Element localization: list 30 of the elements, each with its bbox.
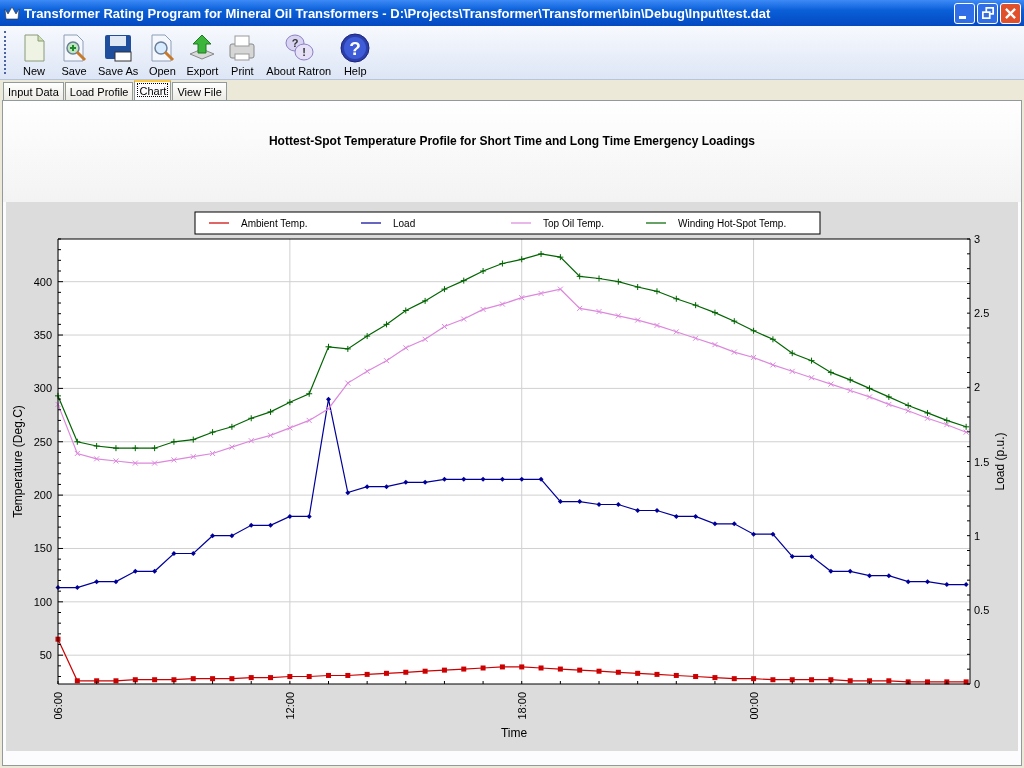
tick-label: 0 — [974, 678, 981, 690]
axis-title: Load (p.u.) — [993, 432, 1007, 491]
tick-label: 3 — [974, 233, 981, 245]
legend-label: Winding Hot-Spot Temp. — [678, 218, 787, 229]
tick-label: 1.5 — [974, 455, 990, 468]
tick-label: 12:00 — [283, 692, 296, 720]
tick-label: 06:00 — [52, 692, 64, 720]
axis-title: Temperature (Deg.C) — [11, 405, 25, 518]
icon-glyph: ? — [349, 38, 361, 59]
tick-label: 0.5 — [974, 603, 990, 616]
tick-label: 100 — [33, 595, 52, 608]
tick-label: 2.5 — [974, 307, 990, 320]
tick-label: 350 — [33, 329, 52, 342]
tick-label: 50 — [39, 649, 52, 662]
tick-label: 250 — [33, 435, 52, 448]
tick-label: 150 — [33, 542, 52, 555]
tick-label: 200 — [33, 489, 52, 502]
icon-glyph: ! — [301, 46, 306, 58]
tick-label: 00:00 — [747, 692, 760, 720]
tick-label: 400 — [33, 275, 52, 288]
window-title: Transformer Rating Program for Mineral Oil Transformers - D:\Projects\Transformer\Transformer\bin\Debug\Input\test.dat — [24, 5, 772, 21]
tick-label: 300 — [33, 382, 52, 395]
legend-label: Top Oil Temp. — [543, 218, 604, 229]
legend-label: Load — [393, 218, 416, 229]
icon-glyph: ? — [291, 37, 299, 49]
axis-title: Time — [500, 726, 528, 740]
legend-label: Ambient Temp. — [241, 218, 308, 229]
tick-label: 2 — [974, 381, 981, 394]
tick-label: 18:00 — [515, 692, 528, 720]
tick-label: 1 — [974, 529, 981, 542]
